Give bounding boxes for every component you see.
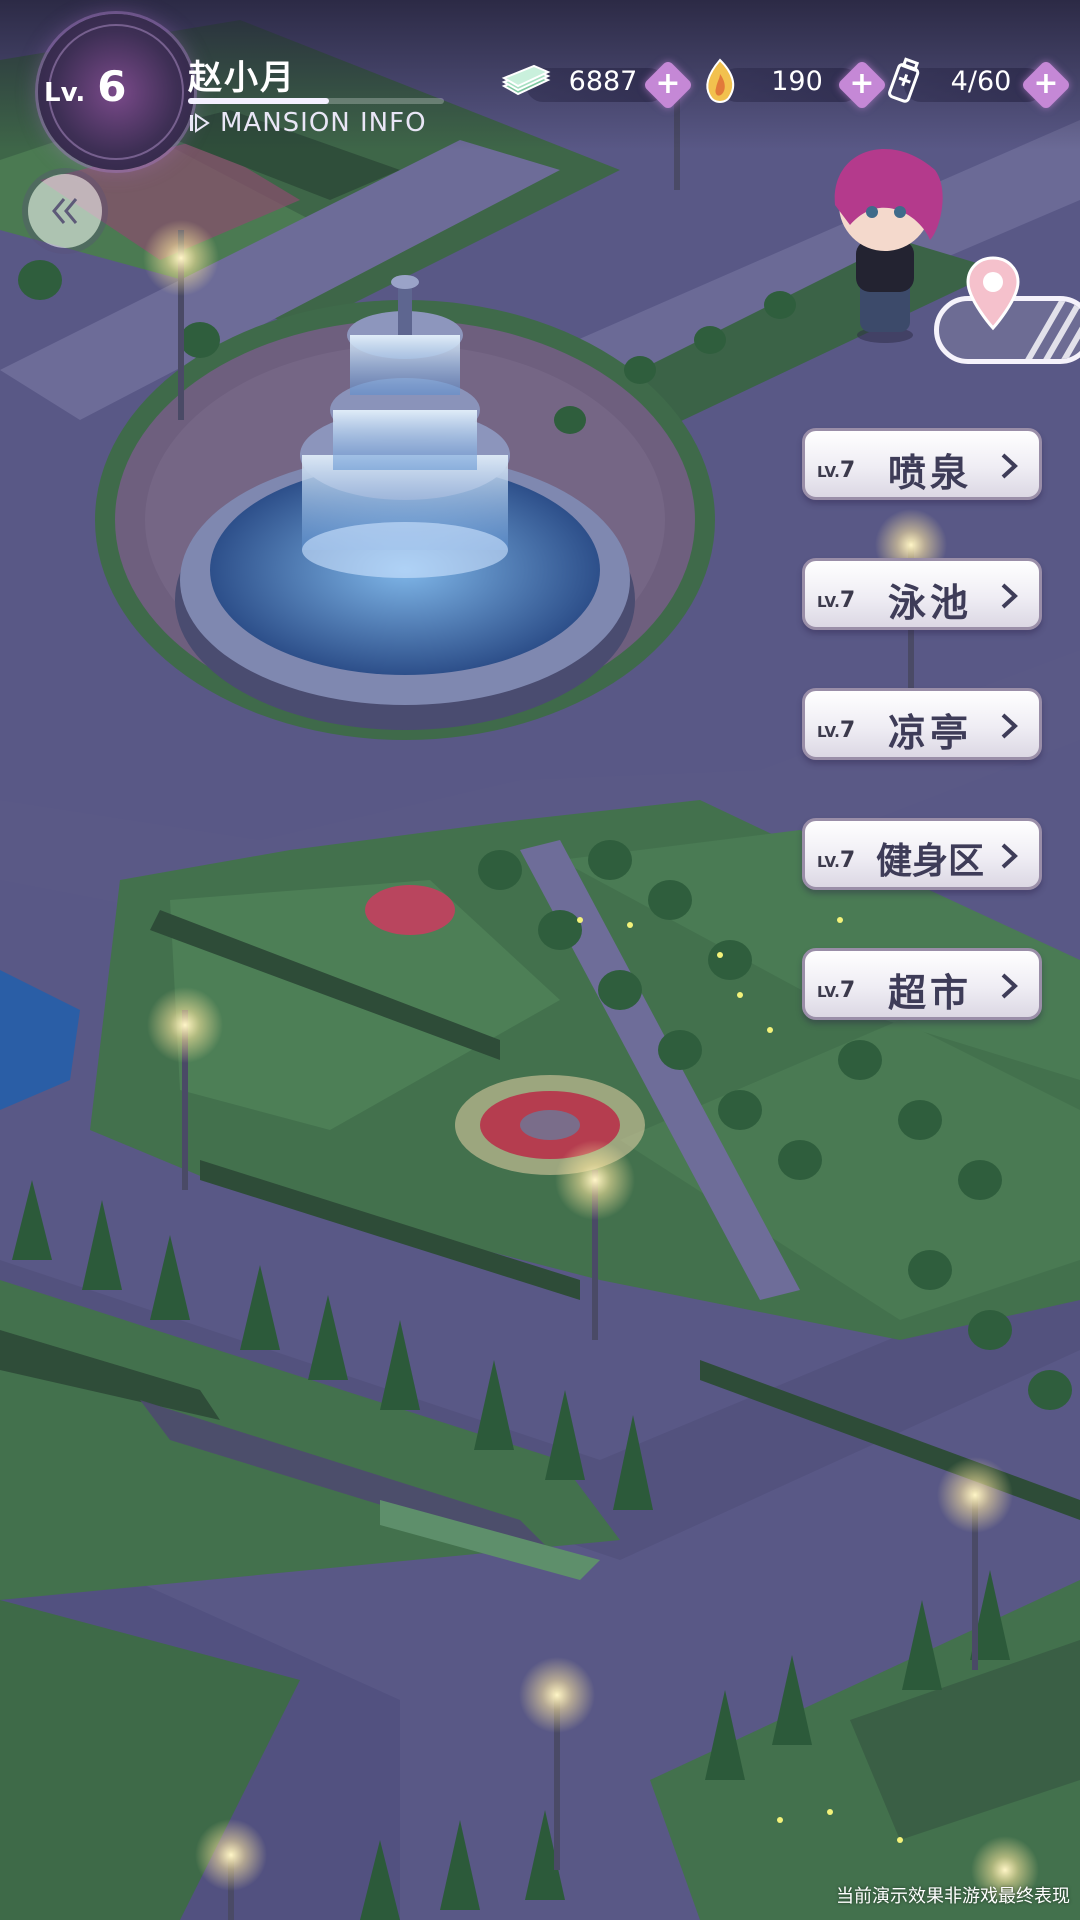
facility-button-pool[interactable]: LV.7 泳池 (802, 558, 1042, 630)
mansion-info-label: MANSION INFO (220, 108, 427, 138)
facility-button-pavilion[interactable]: LV.7 凉亭 (802, 688, 1042, 760)
facility-level: LV.7 (817, 588, 856, 613)
gem-value: 190 (771, 66, 823, 97)
level-number: 6 (97, 62, 127, 111)
facility-name: 健身区 (875, 841, 984, 882)
mansion-info-link[interactable]: MANSION INFO (188, 108, 427, 138)
currency-gem: 190 + (694, 58, 888, 111)
facility-name: 凉亭 (887, 711, 972, 755)
demo-disclaimer: 当前演示效果非游戏最终表现 (836, 1886, 1070, 1907)
facility-level: LV.7 (817, 718, 856, 743)
player-name: 赵小月 (188, 58, 296, 98)
add-cash-button[interactable]: + (642, 59, 694, 111)
player-level: Lv. 6 (44, 62, 127, 122)
facility-level: LV.7 (817, 848, 856, 873)
chevron-right-icon (1001, 973, 1018, 999)
plus-icon: + (1033, 66, 1059, 101)
flame-gem-icon (706, 58, 735, 103)
currency-energy: 4/60 + (878, 57, 1072, 111)
chevron-right-icon (1001, 713, 1018, 739)
add-energy-button[interactable]: + (1020, 59, 1072, 111)
map-pin-icon[interactable] (964, 254, 1022, 334)
xp-bar (188, 98, 444, 104)
level-prefix: Lv. (44, 78, 86, 108)
facility-level: LV.7 (817, 978, 856, 1003)
plus-icon: + (849, 66, 875, 101)
play-icon (190, 113, 210, 133)
chevron-right-icon (1001, 453, 1018, 479)
facility-name: 超市 (887, 971, 972, 1015)
facility-button-fountain[interactable]: LV.7 喷泉 (802, 428, 1042, 500)
facility-button-supermarket[interactable]: LV.7 超市 (802, 948, 1042, 1020)
facility-level: LV.7 (817, 458, 856, 483)
plus-icon: + (655, 66, 681, 101)
currency-cash: 6887 + (500, 59, 694, 111)
chevron-right-icon (1001, 843, 1018, 869)
double-chevron-left-icon (52, 198, 78, 224)
cash-value: 6887 (568, 66, 638, 97)
energy-drink-icon (888, 57, 920, 103)
facility-name: 泳池 (887, 581, 972, 625)
back-button[interactable] (28, 174, 102, 248)
xp-fill (188, 98, 329, 104)
facility-button-gym[interactable]: LV.7 健身区 (802, 818, 1042, 890)
chevron-right-icon (1001, 583, 1018, 609)
cash-icon (501, 64, 551, 96)
facility-name: 喷泉 (887, 451, 972, 495)
energy-value: 4/60 (950, 66, 1012, 97)
